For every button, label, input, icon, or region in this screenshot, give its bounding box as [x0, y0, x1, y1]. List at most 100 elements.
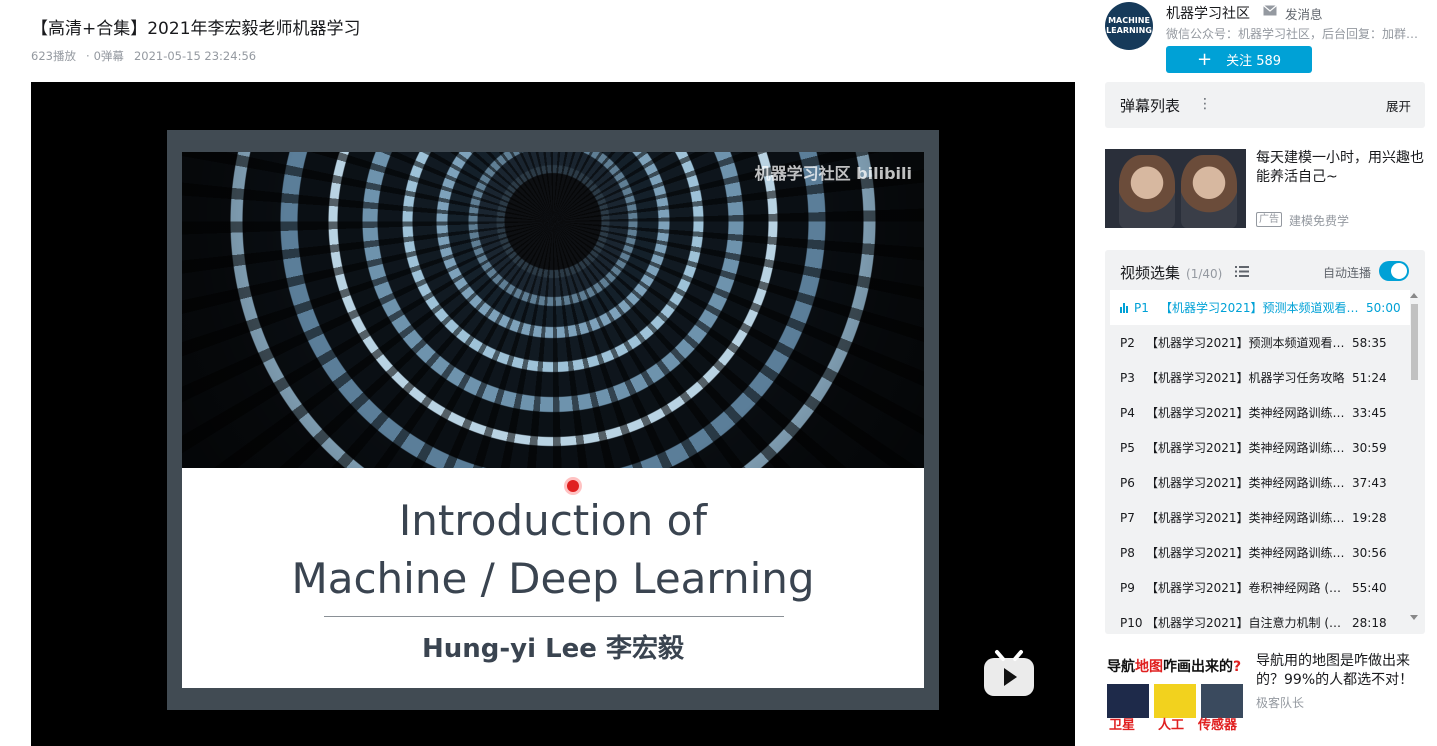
rec-caption-part3: 咋画出来的: [1163, 659, 1233, 675]
playlist-item-duration: 19:28: [1352, 510, 1387, 525]
playlist-item-title: 【机器学习2021】类神经网路训练不…: [1146, 406, 1352, 420]
playlist-item-number: P7: [1120, 510, 1135, 525]
playlist-count: (1/40): [1186, 267, 1223, 281]
playlist-item[interactable]: P2 【机器学习2021】预测本频道观看人… 58:35: [1110, 325, 1410, 360]
playlist-item[interactable]: P3 【机器学习2021】机器学习任务攻略 51:24: [1110, 360, 1410, 395]
playlist-item-number: P9: [1120, 580, 1135, 595]
now-playing-icon: [1120, 302, 1130, 313]
scroll-down-arrow-icon[interactable]: [1410, 615, 1418, 620]
ad-avatar-left: [1119, 155, 1175, 228]
rec-tile-label-3: 传感器: [1198, 718, 1238, 733]
list-view-icon[interactable]: [1235, 266, 1249, 277]
playlist-item[interactable]: P5 【机器学习2021】类神经网路训练不… 30:59: [1110, 430, 1410, 465]
uploader-description: 微信公众号：机器学习社区，后台回复：加群…: [1166, 27, 1419, 41]
playlist-item[interactable]: P1 【机器学习2021】预测本频道观看… 50:00: [1110, 290, 1410, 325]
playlist-item-title: 【机器学习2021】类神经网路训练不…: [1146, 441, 1352, 455]
playlist-item-duration: 28:18: [1352, 615, 1387, 630]
rec-tile-label-1: 卫星: [1109, 718, 1136, 733]
episode-playlist: 视频选集 (1/40) 自动连播 P1 【机器学习2021】预测本频道观看… 50:0…: [1105, 250, 1425, 634]
autoplay-label: 自动连播: [1323, 266, 1372, 280]
playlist-item[interactable]: P8 【机器学习2021】类神经网路训练不… 30:56: [1110, 535, 1410, 570]
recommended-video-thumbnail[interactable]: 导航地图咋画出来的? 卫星 人工 传感器: [1105, 652, 1246, 746]
autoplay-toggle[interactable]: [1379, 261, 1409, 281]
video-meta: 623播放 · 0弹幕 2021-05-15 23:24:56: [31, 48, 266, 64]
playlist-item-title: 【机器学习2021】自注意力机制 (Sel…: [1146, 616, 1352, 630]
slide-heading-line1: Introduction of: [398, 496, 708, 545]
playlist-title-text: 视频选集: [1120, 264, 1181, 282]
playlist-item[interactable]: P4 【机器学习2021】类神经网路训练不… 33:45: [1110, 395, 1410, 430]
playlist-item-duration: 55:40: [1352, 580, 1387, 595]
playlist-item-duration: 30:56: [1352, 545, 1387, 560]
follow-label: 关注 589: [1226, 54, 1282, 69]
danmaku-list-title: 弹幕列表: [1120, 97, 1181, 115]
playlist-title: 视频选集 (1/40): [1120, 262, 1222, 283]
playlist-item-duration: 33:45: [1352, 405, 1387, 420]
scrollbar-thumb[interactable]: [1411, 304, 1418, 380]
rec-tile-satellite: [1107, 684, 1149, 718]
playlist-item-title: 【机器学习2021】类神经网路训练不…: [1146, 511, 1352, 525]
playlist-item[interactable]: P6 【机器学习2021】类神经网路训练不… 37:43: [1110, 465, 1410, 500]
video-title: 【高清+合集】2021年李宏毅老师机器学习: [31, 19, 361, 39]
follow-button[interactable]: + 关注 589: [1166, 46, 1312, 73]
playlist-items: P1 【机器学习2021】预测本频道观看… 50:00 P2 【机器学习2021】预测本…: [1110, 290, 1410, 634]
playlist-item-number: P5: [1120, 440, 1135, 455]
playlist-item-number: P8: [1120, 545, 1135, 560]
playlist-item-number: P3: [1120, 370, 1135, 385]
ad-thumbnail[interactable]: [1105, 149, 1246, 228]
playlist-item-number: P1: [1134, 300, 1149, 315]
playlist-item-number: P6: [1120, 475, 1135, 490]
playlist-item-title: 【机器学习2021】机器学习任务攻略: [1146, 371, 1345, 385]
envelope-icon[interactable]: [1263, 5, 1277, 16]
playlist-item-number: P4: [1120, 405, 1135, 420]
slide-divider: [324, 616, 784, 617]
slide-tunnel-image: 机器学习社区 bilibili: [182, 152, 924, 468]
slide-author: Hung-yi Lee 李宏毅: [422, 634, 684, 664]
slide-heading: Introduction of Machine / Deep Learning: [182, 492, 924, 608]
video-page: 【高清+合集】2021年李宏毅老师机器学习 623播放 · 0弹幕 2021-05-1…: [0, 0, 1437, 746]
rec-tile-manual: [1154, 684, 1196, 718]
playlist-item[interactable]: P7 【机器学习2021】类神经网路训练不… 19:28: [1110, 500, 1410, 535]
more-options-icon[interactable]: ⋮: [1198, 96, 1212, 112]
playlist-scrollbar[interactable]: [1408, 290, 1420, 628]
playlist-item-title: 【机器学习2021】预测本频道观看…: [1160, 301, 1359, 315]
playlist-item-duration: 50:00: [1366, 300, 1401, 315]
slide-heading-line2: Machine / Deep Learning: [291, 554, 815, 603]
uploader-avatar[interactable]: MACHINE LEARNING: [1105, 2, 1153, 50]
playlist-item[interactable]: P9 【机器学习2021】卷积神经网路 (Con… 55:40: [1110, 570, 1410, 605]
rec-caption-part1: 导航: [1107, 659, 1135, 675]
rec-tile-label-2: 人工: [1158, 718, 1185, 733]
ad-badge: 广告: [1256, 212, 1282, 227]
danmaku-list-panel[interactable]: 弹幕列表 ⋮ 展开: [1105, 82, 1425, 128]
rec-tile-sensor: [1201, 684, 1243, 718]
laser-pointer-dot: [567, 480, 579, 492]
playlist-item-duration: 37:43: [1352, 475, 1387, 490]
rec-caption-part2: 地图: [1135, 659, 1163, 675]
play-tv-icon[interactable]: [981, 648, 1037, 700]
recommended-video-author[interactable]: 极客队长: [1256, 694, 1304, 711]
danmaku-count: 0弹幕: [93, 49, 124, 63]
ad-source[interactable]: 建模免费学: [1289, 212, 1349, 229]
play-count: 623播放: [31, 49, 76, 63]
playlist-item-number: P2: [1120, 335, 1135, 350]
playlist-item-title: 【机器学习2021】预测本频道观看人…: [1146, 336, 1352, 350]
playlist-item-number: P10: [1120, 615, 1143, 630]
video-player[interactable]: 机器学习社区 bilibili Introduction of Machine …: [31, 82, 1075, 746]
playlist-item-duration: 58:35: [1352, 335, 1387, 350]
playlist-item-duration: 51:24: [1352, 370, 1387, 385]
send-message-link[interactable]: 发消息: [1285, 4, 1323, 23]
plus-icon: +: [1196, 48, 1213, 70]
danmaku-expand-button[interactable]: 展开: [1386, 96, 1411, 115]
recommended-video-title[interactable]: 导航用的地图是咋做出来的？99%的人都选不对！: [1256, 652, 1426, 690]
slide-frame: 机器学习社区 bilibili Introduction of Machine …: [167, 130, 939, 710]
slide-text-area: Introduction of Machine / Deep Learning …: [182, 468, 924, 688]
uploader-name[interactable]: 机器学习社区: [1166, 3, 1250, 23]
ad-avatar-right: [1181, 155, 1237, 228]
publish-time: 2021-05-15 23:24:56: [133, 49, 257, 63]
playlist-item-title: 【机器学习2021】卷积神经网路 (Con…: [1146, 581, 1352, 595]
playlist-item[interactable]: P10 【机器学习2021】自注意力机制 (Sel… 28:18: [1110, 605, 1410, 634]
scroll-up-arrow-icon[interactable]: [1410, 293, 1418, 298]
rec-thumb-caption: 导航地图咋画出来的?: [1107, 656, 1241, 676]
meta-separator: ·: [85, 49, 90, 63]
rec-caption-part4: ?: [1233, 659, 1242, 675]
ad-title[interactable]: 每天建模一小时，用兴趣也能养活自己~: [1256, 149, 1426, 187]
